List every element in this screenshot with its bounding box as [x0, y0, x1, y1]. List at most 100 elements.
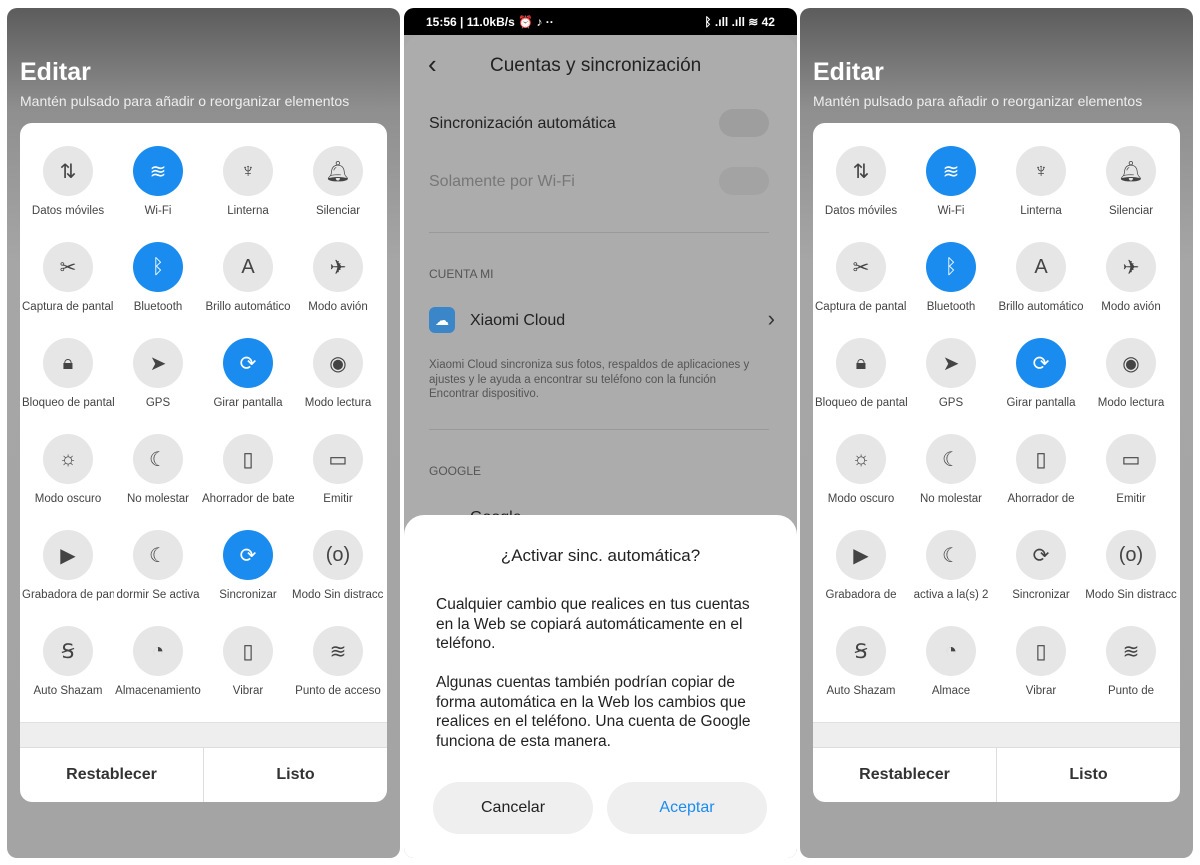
tile-label: No molestar	[920, 493, 982, 505]
tile-activa-a-la-s-2[interactable]: ☾ activa a la(s) 2	[905, 530, 997, 601]
rotate-lock-icon: ⟳	[1016, 338, 1066, 388]
accept-button[interactable]: Aceptar	[607, 782, 767, 834]
page-title: Editar	[813, 58, 884, 86]
tile-label: Grabadora de	[825, 589, 897, 601]
tile-punto-de-acceso[interactable]: ≋ Punto de acceso	[292, 626, 384, 697]
done-button[interactable]: Listo	[996, 748, 1180, 802]
vibrate-icon: ▯	[223, 626, 273, 676]
cloud-description: Xiaomi Cloud sincroniza sus fotos, respa…	[429, 359, 750, 400]
tile-girar-pantalla[interactable]: ⟳ Girar pantalla	[202, 338, 294, 409]
tile-label: No molestar	[127, 493, 189, 505]
done-button[interactable]: Listo	[203, 748, 387, 802]
tile-emitir[interactable]: ▭ Emitir	[1085, 434, 1177, 505]
auto-sync-toggle[interactable]	[719, 109, 769, 137]
tile-bloqueo-de-pantalla[interactable]: 🔒︎ Bloqueo de pantalla	[22, 338, 114, 409]
tile-punto-de[interactable]: ≋ Punto de	[1085, 626, 1177, 697]
lock-icon: 🔒︎	[43, 338, 93, 388]
cloud-icon: ☁	[429, 307, 455, 333]
status-left: 15:56 | 11.0kB/s ⏰ ♪ ··	[426, 14, 554, 29]
tile-emitir[interactable]: ▭ Emitir	[292, 434, 384, 505]
tile-bloqueo-de-pantalla[interactable]: 🔒︎ Bloqueo de pantalla	[815, 338, 907, 409]
tile-dormir-se-activa[interactable]: ☾ dormir Se activa	[112, 530, 204, 601]
shazam-icon: Ꞩ	[836, 626, 886, 676]
tile-grabadora-de-pantalla[interactable]: ▶ Grabadora de pantalla	[22, 530, 114, 601]
tile-label: Bluetooth	[926, 301, 976, 313]
tile-silenciar[interactable]: 🔔︎ Silenciar	[292, 146, 384, 217]
tile-modo-lectura[interactable]: ◉ Modo lectura	[1085, 338, 1177, 409]
tile-girar-pantalla[interactable]: ⟳ Girar pantalla	[995, 338, 1087, 409]
tile-vibrar[interactable]: ▯ Vibrar	[995, 626, 1087, 697]
tile-vibrar[interactable]: ▯ Vibrar	[202, 626, 294, 697]
tile-sincronizar[interactable]: ⟳ Sincronizar	[995, 530, 1087, 601]
tile-no-molestar[interactable]: ☾ No molestar	[112, 434, 204, 505]
dialog-paragraph-2: Algunas cuentas también podrían copiar d…	[436, 674, 751, 750]
tile-linterna[interactable]: ♆ Linterna	[995, 146, 1087, 217]
gps-icon: ➤	[133, 338, 183, 388]
bluetooth-icon: ᛒ	[926, 242, 976, 292]
tile-modo-sin-distracc[interactable]: (o) Modo Sin distracc	[1085, 530, 1177, 601]
tile-label: Vibrar	[1025, 685, 1057, 697]
sleep-icon: ☾	[133, 530, 183, 580]
tile-ahorrador-de[interactable]: ▯ Ahorrador de	[995, 434, 1087, 505]
auto-brightness-icon: A	[223, 242, 273, 292]
tile-captura-de-pantalla[interactable]: ✂ Captura de pantalla	[22, 242, 114, 313]
tile-brillo-autom-tico[interactable]: A Brillo automático	[995, 242, 1087, 313]
tile-gps[interactable]: ➤ GPS	[112, 338, 204, 409]
page-title: Cuentas y sincronización	[490, 55, 702, 76]
tile-sincronizar[interactable]: ⟳ Sincronizar	[202, 530, 294, 601]
right-edit-screen: Editar Mantén pulsado para añadir o reor…	[800, 8, 1193, 858]
tile-label: Almace	[931, 685, 971, 697]
tile-auto-shazam[interactable]: Ꞩ Auto Shazam	[815, 626, 907, 697]
tile-label: Brillo automático	[205, 301, 291, 313]
hotspot-icon: ≋	[1106, 626, 1156, 676]
tile-bluetooth[interactable]: ᛒ Bluetooth	[905, 242, 997, 313]
page-title: Editar	[20, 58, 91, 86]
tile-modo-lectura[interactable]: ◉ Modo lectura	[292, 338, 384, 409]
video-icon: ▶	[43, 530, 93, 580]
wifi-only-toggle[interactable]	[719, 167, 769, 195]
tile-no-molestar[interactable]: ☾ No molestar	[905, 434, 997, 505]
tile-modo-avi-n[interactable]: ✈ Modo avión	[292, 242, 384, 313]
tile-almacenamiento[interactable]: ◔ Almacenamiento	[112, 626, 204, 697]
storage-icon: ◔	[133, 626, 183, 676]
tile-label: Captura de pantalla	[22, 301, 114, 313]
tile-wi-fi[interactable]: ≋ Wi-Fi	[905, 146, 997, 217]
tile-grabadora-de[interactable]: ▶ Grabadora de	[815, 530, 907, 601]
auto-sync-dialog: ¿Activar sinc. automática? Cualquier cam…	[404, 515, 797, 858]
tile-modo-oscuro[interactable]: ☼ Modo oscuro	[22, 434, 114, 505]
divider-strip	[20, 722, 387, 747]
tile-modo-sin-distracciones[interactable]: (o) Modo Sin distracciones	[292, 530, 384, 601]
rotate-lock-icon: ⟳	[223, 338, 273, 388]
xiaomi-cloud-item[interactable]: ☁ Xiaomi Cloud ›	[429, 305, 775, 335]
reset-button[interactable]: Restablecer	[813, 748, 996, 802]
cancel-button[interactable]: Cancelar	[433, 782, 593, 834]
tile-label: Auto Shazam	[826, 685, 896, 697]
tile-wi-fi[interactable]: ≋ Wi-Fi	[112, 146, 204, 217]
divider	[429, 429, 769, 430]
dialog-paragraph-1: Cualquier cambio que realices en tus cue…	[436, 596, 750, 652]
cast-icon: ▭	[1106, 434, 1156, 484]
tile-datos-m-viles[interactable]: ⇅ Datos móviles	[22, 146, 114, 217]
tile-auto-shazam[interactable]: Ꞩ Auto Shazam	[22, 626, 114, 697]
tile-linterna[interactable]: ♆ Linterna	[202, 146, 294, 217]
back-icon[interactable]: ‹	[428, 49, 437, 80]
tile-captura-de-pantalla[interactable]: ✂ Captura de pantalla	[815, 242, 907, 313]
tile-modo-oscuro[interactable]: ☼ Modo oscuro	[815, 434, 907, 505]
tile-almace[interactable]: ◔ Almace	[905, 626, 997, 697]
tile-modo-avi-n[interactable]: ✈ Modo avión	[1085, 242, 1177, 313]
page-subtitle: Mantén pulsado para añadir o reorganizar…	[20, 93, 350, 109]
mobile-data-icon: ⇅	[836, 146, 886, 196]
wifi-only-label: Solamente por Wi-Fi	[429, 173, 575, 190]
tile-ahorrador-de-bater-a[interactable]: ▯ Ahorrador de batería	[202, 434, 294, 505]
tile-silenciar[interactable]: 🔔︎ Silenciar	[1085, 146, 1177, 217]
tile-datos-m-viles[interactable]: ⇅ Datos móviles	[815, 146, 907, 217]
section-mi: CUENTA MI	[429, 267, 494, 281]
tile-gps[interactable]: ➤ GPS	[905, 338, 997, 409]
tile-brillo-autom-tico[interactable]: A Brillo automático	[202, 242, 294, 313]
tile-label: Punto de acceso	[295, 685, 381, 697]
tile-label: activa a la(s) 2	[913, 589, 989, 601]
screenshot-icon: ✂	[43, 242, 93, 292]
reset-button[interactable]: Restablecer	[20, 748, 203, 802]
tile-bluetooth[interactable]: ᛒ Bluetooth	[112, 242, 204, 313]
tile-label: Punto de	[1107, 685, 1155, 697]
